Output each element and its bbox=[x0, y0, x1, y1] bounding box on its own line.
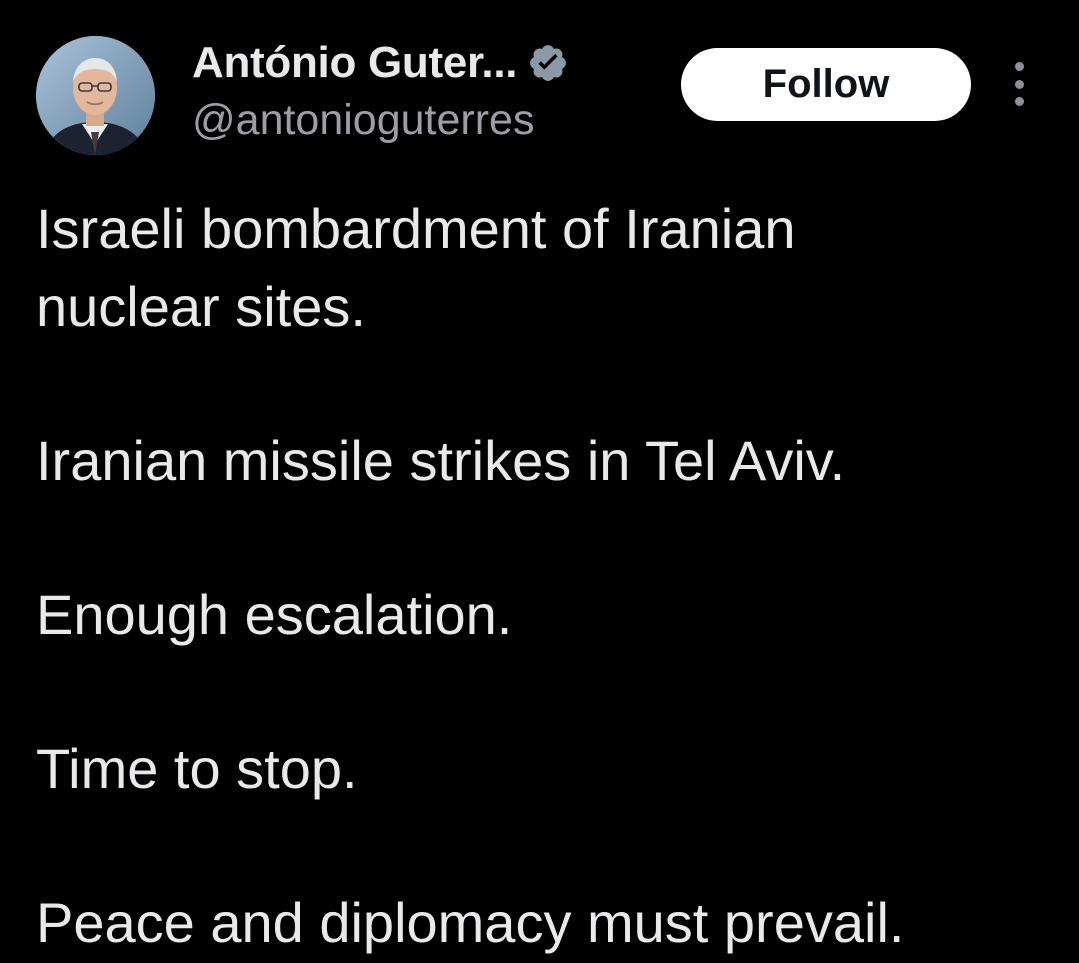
tweet-text: Israeli bombardment of Iranian nuclear s… bbox=[36, 190, 1056, 962]
author-handle[interactable]: @antonioguterres bbox=[192, 96, 534, 145]
tweet-line: Iranian missile strikes in Tel Aviv. bbox=[36, 429, 846, 492]
more-vertical-icon[interactable] bbox=[1004, 62, 1034, 106]
tweet-line: nuclear sites. bbox=[36, 275, 366, 338]
tweet: António Guter... @antonioguterres Follow… bbox=[0, 0, 1079, 963]
profile-photo bbox=[36, 36, 155, 155]
avatar[interactable] bbox=[36, 36, 155, 155]
display-name[interactable]: António Guter... bbox=[192, 38, 517, 88]
tweet-header: António Guter... @antonioguterres Follow bbox=[0, 0, 1079, 170]
tweet-line: Israeli bombardment of Iranian bbox=[36, 197, 796, 260]
author-name-row: António Guter... bbox=[192, 38, 569, 88]
more-dot bbox=[1014, 97, 1024, 106]
more-dot bbox=[1014, 62, 1024, 71]
more-dot bbox=[1014, 79, 1024, 89]
verified-badge-icon[interactable] bbox=[527, 42, 569, 84]
follow-button[interactable]: Follow bbox=[681, 48, 971, 121]
tweet-line: Enough escalation. bbox=[36, 583, 513, 646]
tweet-line: Time to stop. bbox=[36, 737, 358, 800]
tweet-line: Peace and diplomacy must prevail. bbox=[36, 891, 905, 954]
